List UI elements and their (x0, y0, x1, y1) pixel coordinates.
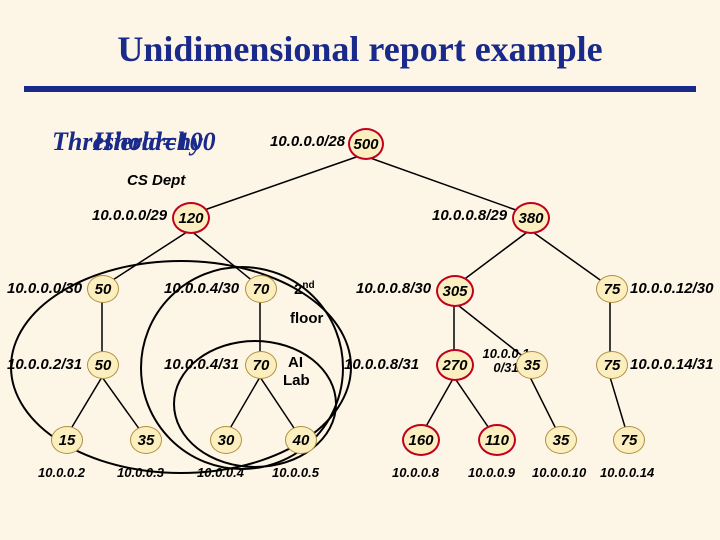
title-rule (24, 86, 696, 92)
node-30-0: 50 (87, 275, 119, 303)
leaf-160: 160 (402, 424, 440, 456)
prefix-30-0: 10.0.0.0/30 (7, 280, 82, 297)
cs-dept-label: CS Dept (127, 172, 185, 189)
node-31-12: 75 (596, 351, 628, 379)
node-root: 500 (348, 128, 384, 160)
prefix-30-8: 10.0.0.8/30 (356, 280, 431, 297)
ip-5: 10.0.0.5 (272, 465, 319, 480)
prefix-31-8: 10.0.0.8/31 (344, 356, 419, 373)
leaf-40: 40 (285, 426, 317, 454)
node-30-4: 70 (245, 275, 277, 303)
node-30-12: 75 (596, 275, 628, 303)
ip-9: 10.0.0.9 (468, 465, 515, 480)
floor-label: floor (290, 310, 323, 327)
ip-14: 10.0.0.14 (600, 465, 654, 480)
node-31-4: 70 (245, 351, 277, 379)
leaf-35a: 35 (130, 426, 162, 454)
ip-8: 10.0.0.8 (392, 465, 439, 480)
node-31-10: 35 (516, 351, 548, 379)
hierarchy-overlay: Hierarchy (93, 127, 203, 157)
prefix-31-14: 10.0.0.14/31 (630, 356, 713, 373)
node-29-right: 380 (512, 202, 550, 234)
leaf-75: 75 (613, 426, 645, 454)
leaf-110: 110 (478, 424, 516, 456)
leaf-30: 30 (210, 426, 242, 454)
lab-label: Lab (283, 372, 310, 389)
prefix-29-left: 10.0.0.0/29 (92, 207, 167, 224)
ip-2: 10.0.0.2 (38, 465, 85, 480)
ip-10: 10.0.0.10 (532, 465, 586, 480)
node-31-8: 270 (436, 349, 474, 381)
ip-3: 10.0.0.3 (117, 465, 164, 480)
second-label: 2nd (294, 280, 315, 298)
node-30-8: 305 (436, 275, 474, 307)
prefix-30-4: 10.0.0.4/30 (164, 280, 239, 297)
prefix-31-2: 10.0.0.2/31 (7, 356, 82, 373)
ai-label: AI (288, 354, 303, 371)
root-prefix: 10.0.0.0/28 (270, 133, 345, 150)
node-31-2: 50 (87, 351, 119, 379)
prefix-31-4: 10.0.0.4/31 (164, 356, 239, 373)
node-29-left: 120 (172, 202, 210, 234)
prefix-29-right: 10.0.0.8/29 (432, 207, 507, 224)
ip-4: 10.0.0.4 (197, 465, 244, 480)
leaf-35b: 35 (545, 426, 577, 454)
prefix-30-12: 10.0.0.12/30 (630, 280, 713, 297)
leaf-15: 15 (51, 426, 83, 454)
page-title: Unidimensional report example (0, 0, 720, 70)
